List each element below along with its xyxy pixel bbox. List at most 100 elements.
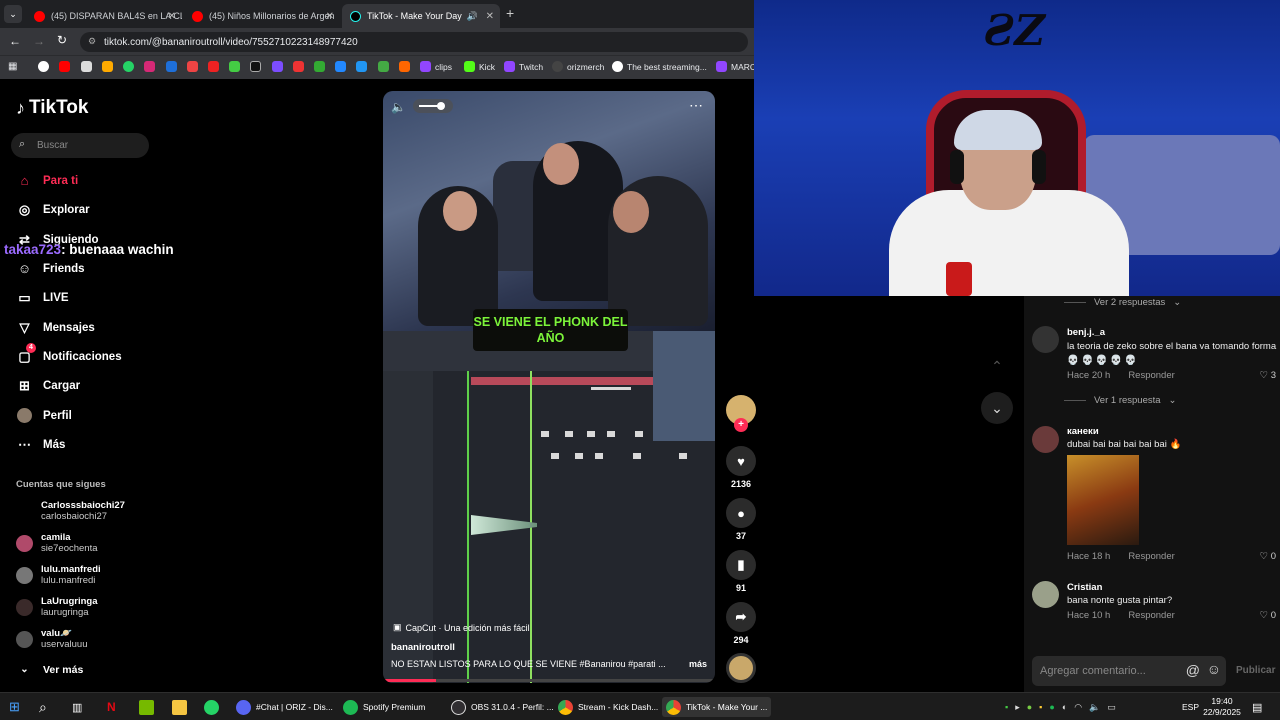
close-tab-icon[interactable]: ✕ [486, 11, 494, 22]
tiktok-logo[interactable]: ♪ TikTok [16, 97, 88, 119]
bookmark-icon[interactable] [293, 61, 304, 72]
bookmark-kick[interactable]: Kick [464, 61, 495, 72]
forward-icon[interactable]: → [33, 34, 45, 48]
video-player[interactable]: SE VIENE EL PHONK DEL AÑO 🔈 ⋯ ▣ CapCut · … [383, 91, 715, 683]
bookmark-icon[interactable] [272, 61, 283, 72]
apps-icon[interactable]: ▦ [8, 61, 17, 72]
browser-tab-1[interactable]: (45) DISPARAN BAL4S en LA CL ✕ [26, 4, 182, 28]
browser-tab-3[interactable]: TikTok - Make Your Day 🔊 ✕ [342, 4, 500, 28]
reply-button[interactable]: Responder [1128, 610, 1174, 621]
video-progress-bar[interactable] [383, 679, 715, 682]
taskbar-app-discord[interactable]: #Chat | ORIZ - Dis... [236, 697, 333, 717]
following-account[interactable]: camila sie7eochenta [16, 532, 98, 554]
reload-icon[interactable]: ↻ [57, 33, 67, 47]
language-indicator[interactable]: ESP [1182, 697, 1199, 717]
capcut-tag[interactable]: ▣ CapCut · Una edición más fácil [393, 622, 530, 633]
search-input[interactable]: ⌕ Buscar [11, 133, 149, 158]
emoji-icon[interactable]: ☺ [1207, 661, 1221, 677]
back-icon[interactable]: ← [9, 34, 21, 48]
taskbar-app-obs[interactable]: OBS 31.0.4 - Perfil: ... [451, 697, 554, 717]
bookmark-streaming[interactable]: The best streaming... [612, 61, 707, 72]
bookmark-orizmerch[interactable]: orizmerch [552, 61, 604, 72]
audio-playing-icon[interactable]: 🔊 [467, 11, 478, 22]
bookmark-icon[interactable] [378, 61, 389, 72]
bookmark-instagram-icon[interactable] [144, 61, 155, 72]
bookmark-icon[interactable] [187, 61, 198, 72]
author-avatar-button[interactable]: + [726, 395, 756, 432]
comment-image[interactable] [1067, 455, 1139, 545]
new-tab-button[interactable]: + [506, 5, 514, 21]
clock[interactable]: 19:40 22/9/2025 [1202, 696, 1242, 718]
bookmark-icon[interactable] [356, 61, 367, 72]
avatar[interactable] [1032, 326, 1059, 353]
taskbar-app-chrome-kick[interactable]: Stream - Kick Dash... [558, 697, 658, 717]
avatar[interactable] [1032, 426, 1059, 453]
comment-username[interactable]: канеки [1067, 426, 1099, 437]
next-video-button[interactable]: ⌄ [981, 392, 1013, 424]
bookmark-icon[interactable] [314, 61, 325, 72]
bookmark-icon[interactable] [208, 61, 219, 72]
bookmark-clips[interactable]: clips [420, 61, 452, 72]
bookmark-twitch[interactable]: Twitch [504, 61, 543, 72]
avatar[interactable] [1032, 581, 1059, 608]
browser-tab-2[interactable]: (45) Niños Millonarios de Argen ✕ [184, 4, 340, 28]
nav-mas[interactable]: ⋯ Más [16, 436, 65, 453]
nav-friends[interactable]: ☺ Friends [16, 260, 85, 277]
description-more-link[interactable]: más [689, 659, 707, 669]
comment-like-button[interactable]: ♡ 0 [1260, 551, 1276, 562]
view-replies-button[interactable]: Ver 1 respuesta ⌄ [1064, 395, 1177, 406]
notification-center-button[interactable]: ▤ [1252, 697, 1262, 717]
video-author[interactable]: bananiroutroll [391, 642, 455, 653]
url-bar[interactable]: ⚙ tiktok.com/@bananiroutroll/video/75527… [80, 32, 748, 52]
start-button[interactable]: ⊞ [9, 697, 20, 717]
following-account[interactable]: valu🪐 uservaluuu [16, 628, 87, 650]
nav-explorar[interactable]: ◎ Explorar [16, 201, 90, 218]
volume-slider-knob[interactable] [437, 102, 445, 110]
nav-perfil[interactable]: Perfil [16, 407, 72, 424]
more-options-icon[interactable]: ⋯ [689, 97, 703, 114]
whatsapp-app[interactable] [204, 697, 219, 717]
bookmark-whatsapp-icon[interactable] [123, 61, 134, 72]
following-account[interactable]: LaUrugringa laurugringa [16, 596, 97, 618]
follow-plus-icon[interactable]: + [734, 418, 748, 432]
bookmark-icon[interactable] [81, 61, 92, 72]
nav-mensajes[interactable]: ▽ Mensajes [16, 319, 95, 336]
nav-notificaciones[interactable]: ▢ 4 Notificaciones [16, 343, 122, 365]
see-more-button[interactable]: ⌄ Ver más [16, 661, 83, 678]
taskbar-search-button[interactable]: ⌕ [39, 697, 47, 717]
reply-button[interactable]: Responder [1128, 551, 1174, 562]
bookmark-icon[interactable] [335, 61, 346, 72]
comment-button[interactable]: ● 37 [726, 498, 756, 541]
comment-like-button[interactable]: ♡ 3 [1260, 370, 1276, 381]
tab-search-button[interactable]: ⌄ [4, 5, 22, 23]
sound-disc-button[interactable] [726, 653, 756, 683]
mention-icon[interactable]: @ [1186, 662, 1200, 678]
view-replies-button[interactable]: Ver 2 respuestas ⌄ [1064, 297, 1181, 308]
taskbar-app-spotify[interactable]: Spotify Premium [343, 697, 425, 717]
taskbar-app-chrome-tiktok[interactable]: TikTok - Make Your ... [662, 697, 772, 717]
bookmark-icon[interactable] [229, 61, 240, 72]
previous-video-button[interactable]: ⌃ [981, 350, 1013, 382]
volume-slider[interactable] [413, 99, 453, 113]
system-tray[interactable]: ▪ ▸ ● ▪ ● ◐ ◠ 🔈 ▭ [1005, 697, 1116, 717]
nvidia-app[interactable] [139, 697, 154, 717]
comment-like-button[interactable]: ♡ 0 [1260, 610, 1276, 621]
share-button[interactable]: ➦ 294 [726, 602, 756, 645]
bookmark-icon[interactable] [399, 61, 410, 72]
bookmark-youtube-icon[interactable] [59, 61, 70, 72]
bookmark-icon[interactable] [166, 61, 177, 72]
task-view-button[interactable]: ▥ [72, 697, 82, 717]
comment-username[interactable]: benj.j._a [1067, 327, 1105, 338]
following-account[interactable]: lulu.manfredi lulu.manfredi [16, 564, 101, 586]
comment-input[interactable]: Agregar comentario... @ ☺ [1032, 656, 1226, 686]
site-info-icon[interactable]: ⚙ [88, 36, 96, 47]
netflix-app[interactable]: N [107, 697, 116, 717]
file-explorer-app[interactable] [172, 697, 187, 717]
like-button[interactable]: ♥ 2136 [726, 446, 756, 489]
reply-button[interactable]: Responder [1128, 370, 1174, 381]
save-button[interactable]: ▮ 91 [726, 550, 756, 593]
nav-live[interactable]: ▭ LIVE [16, 289, 68, 306]
bookmark-google-icon[interactable] [38, 61, 49, 72]
publish-button[interactable]: Publicar [1236, 665, 1275, 676]
nav-cargar[interactable]: ⊞ Cargar [16, 377, 80, 394]
